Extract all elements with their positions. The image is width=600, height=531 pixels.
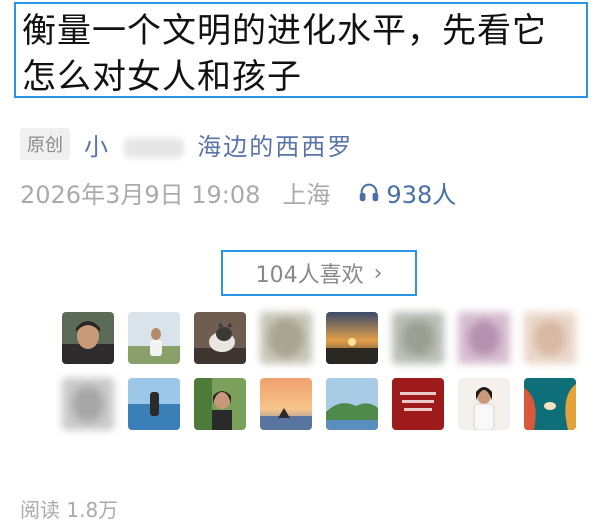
title-highlight-box: 衡量一个文明的进化水平，先看它怎么对女人和孩子 <box>14 2 588 98</box>
avatar[interactable] <box>260 312 312 364</box>
article-info-row: 2026年3月9日 19:08 上海 938人 <box>20 174 456 210</box>
avatar[interactable] <box>128 378 180 430</box>
listen-count[interactable]: 938人 <box>358 175 456 210</box>
publish-date: 2026年3月9日 19:08 <box>20 180 261 209</box>
original-badge: 原创 <box>20 128 70 160</box>
listen-count-text: 938人 <box>386 180 457 209</box>
article-title: 衡量一个文明的进化水平，先看它怎么对女人和孩子 <box>22 11 547 97</box>
headphones-icon <box>360 183 379 202</box>
avatar[interactable] <box>62 312 114 364</box>
author-name-prefix: 小 <box>84 132 110 161</box>
avatar[interactable] <box>62 378 114 430</box>
likes-label: 104人喜欢 <box>255 263 364 288</box>
author-name[interactable]: 小 海边的西西罗 <box>84 127 353 162</box>
avatar[interactable] <box>392 312 444 364</box>
avatar[interactable] <box>194 312 246 364</box>
avatar[interactable] <box>524 312 576 364</box>
avatar[interactable] <box>458 378 510 430</box>
avatar[interactable] <box>326 312 378 364</box>
avatar[interactable] <box>392 378 444 430</box>
publish-location: 上海 <box>282 180 331 209</box>
avatar[interactable] <box>128 312 180 364</box>
article-page: 衡量一个文明的进化水平，先看它怎么对女人和孩子 原创 小 海边的西西罗 2026… <box>0 0 600 531</box>
avatar[interactable] <box>326 378 378 430</box>
avatar[interactable] <box>458 312 510 364</box>
read-count: 阅读 1.8万 <box>20 498 119 522</box>
author-name-suffix: 海边的西西罗 <box>197 132 354 161</box>
avatar[interactable] <box>524 378 576 430</box>
chevron-right-icon: › <box>373 260 383 286</box>
blurred-text <box>123 137 184 158</box>
author-row: 原创 小 海边的西西罗 <box>20 126 353 162</box>
avatar[interactable] <box>194 378 246 430</box>
likes-button[interactable]: 104人喜欢 › <box>221 250 417 296</box>
avatar[interactable] <box>260 378 312 430</box>
